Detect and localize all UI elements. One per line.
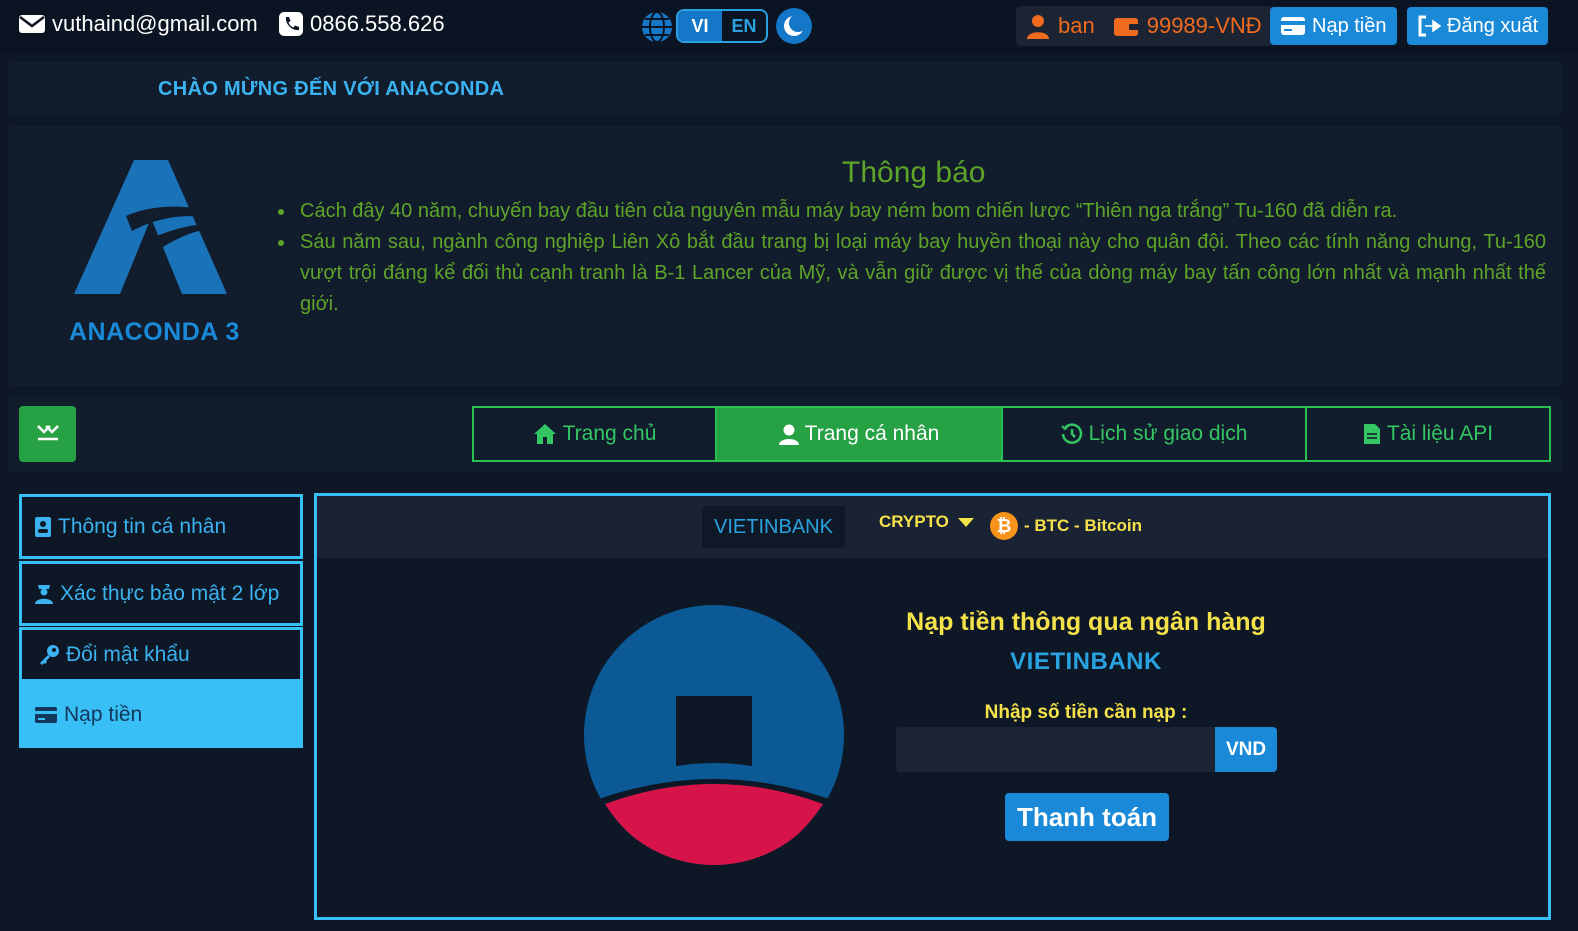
crypto-dropdown[interactable]: CRYPTO xyxy=(879,512,975,532)
tab-profile[interactable]: Trang cá nhân xyxy=(717,408,1003,460)
id-card-icon xyxy=(35,516,51,537)
moon-icon xyxy=(784,15,805,36)
sidebar-item-deposit[interactable]: Nạp tiền xyxy=(19,682,303,748)
tab-api-docs[interactable]: Tài liệu API xyxy=(1307,408,1549,460)
phone-icon xyxy=(279,12,303,36)
tab-history[interactable]: Lịch sử giao dịch xyxy=(1003,408,1307,460)
notice-title: Thông báo xyxy=(842,156,986,189)
user-icon xyxy=(1027,15,1049,39)
shield-user-icon xyxy=(35,584,53,604)
wallet-icon xyxy=(1113,18,1139,36)
welcome-text: CHÀO MỪNG ĐẾN VỚI ANACONDA xyxy=(158,78,505,100)
sidebar-item-label: Thông tin cá nhân xyxy=(58,514,227,538)
caret-down-icon xyxy=(957,518,974,527)
logout-icon xyxy=(1418,15,1441,37)
crypto-option-label: - BTC - Bitcoin xyxy=(1024,516,1143,535)
download-icon xyxy=(36,425,59,441)
tab-api-docs-label: Tài liệu API xyxy=(1386,422,1494,445)
crypto-option-btc[interactable]: ₿ - BTC - Bitcoin xyxy=(990,512,1142,540)
main-nav-tabs: Trang chủ Trang cá nhân Lịch sử giao dịc… xyxy=(472,406,1551,462)
sidebar-item-profile-info[interactable]: Thông tin cá nhân xyxy=(19,494,303,559)
language-switcher: VI EN xyxy=(676,9,768,43)
globe-icon[interactable] xyxy=(640,10,674,44)
bitcoin-icon: ₿ xyxy=(990,512,1018,540)
notice-item: Sáu năm sau, ngành công nghiệp Liên Xô b… xyxy=(276,227,1546,320)
brand-name: ANACONDA 3 xyxy=(69,318,240,346)
amount-label: Nhập số tiền cần nạp : xyxy=(984,702,1188,723)
key-icon xyxy=(40,644,59,665)
notice-item: Cách đây 40 năm, chuyến bay đầu tiên của… xyxy=(276,196,1546,227)
tab-vietinbank[interactable]: VIETINBANK xyxy=(702,506,845,548)
user-icon xyxy=(778,424,799,445)
tab-home-label: Trang chủ xyxy=(562,422,657,445)
payment-title: Nạp tiền thông qua ngân hàng xyxy=(906,608,1266,636)
phone-text: 0866.558.626 xyxy=(310,11,445,36)
tab-home[interactable]: Trang chủ xyxy=(474,408,717,460)
payment-bank-name: VIETINBANK xyxy=(1010,648,1162,675)
dark-mode-toggle[interactable] xyxy=(776,8,812,44)
sidebar-item-label: Đổi mật khẩu xyxy=(66,642,190,666)
tab-history-label: Lịch sử giao dịch xyxy=(1088,422,1248,445)
amount-input[interactable] xyxy=(896,727,1216,772)
user-balance-box: ban 99989-VNĐ xyxy=(1016,6,1272,46)
history-icon xyxy=(1060,423,1082,444)
currency-addon: VND xyxy=(1215,727,1277,772)
credit-card-icon xyxy=(35,707,57,723)
sidebar-item-change-password[interactable]: Đổi mật khẩu xyxy=(19,627,303,682)
email-contact[interactable]: vuthaind@gmail.com xyxy=(18,11,258,37)
balance: 99989-VNĐ xyxy=(1146,13,1262,38)
lang-vi-button[interactable]: VI xyxy=(678,11,722,41)
logout-button-label: Đăng xuất xyxy=(1447,14,1539,37)
logout-button[interactable]: Đăng xuất xyxy=(1407,7,1549,45)
lang-en-button[interactable]: EN xyxy=(722,11,766,41)
home-icon xyxy=(533,424,556,444)
deposit-button[interactable]: Nạp tiền xyxy=(1270,7,1397,45)
download-button[interactable] xyxy=(19,406,76,462)
sidebar-item-2fa[interactable]: Xác thực bảo mật 2 lớp xyxy=(19,561,303,626)
username: ban xyxy=(1058,13,1095,38)
notice-list: Cách đây 40 năm, chuyến bay đầu tiên của… xyxy=(276,196,1546,320)
envelope-icon xyxy=(19,15,45,33)
phone-contact[interactable]: 0866.558.626 xyxy=(278,11,445,37)
pay-button[interactable]: Thanh toán xyxy=(1005,793,1169,841)
sidebar-item-label: Xác thực bảo mật 2 lớp xyxy=(60,581,280,605)
deposit-button-label: Nạp tiền xyxy=(1312,14,1387,37)
sidebar-item-label: Nạp tiền xyxy=(64,703,143,726)
credit-card-icon xyxy=(1281,17,1305,35)
anaconda-logo xyxy=(74,160,227,294)
email-text: vuthaind@gmail.com xyxy=(52,11,258,36)
tab-profile-label: Trang cá nhân xyxy=(804,422,940,445)
crypto-dropdown-label: CRYPTO xyxy=(879,512,949,531)
document-icon xyxy=(1363,424,1380,444)
vietinbank-logo xyxy=(584,605,844,865)
